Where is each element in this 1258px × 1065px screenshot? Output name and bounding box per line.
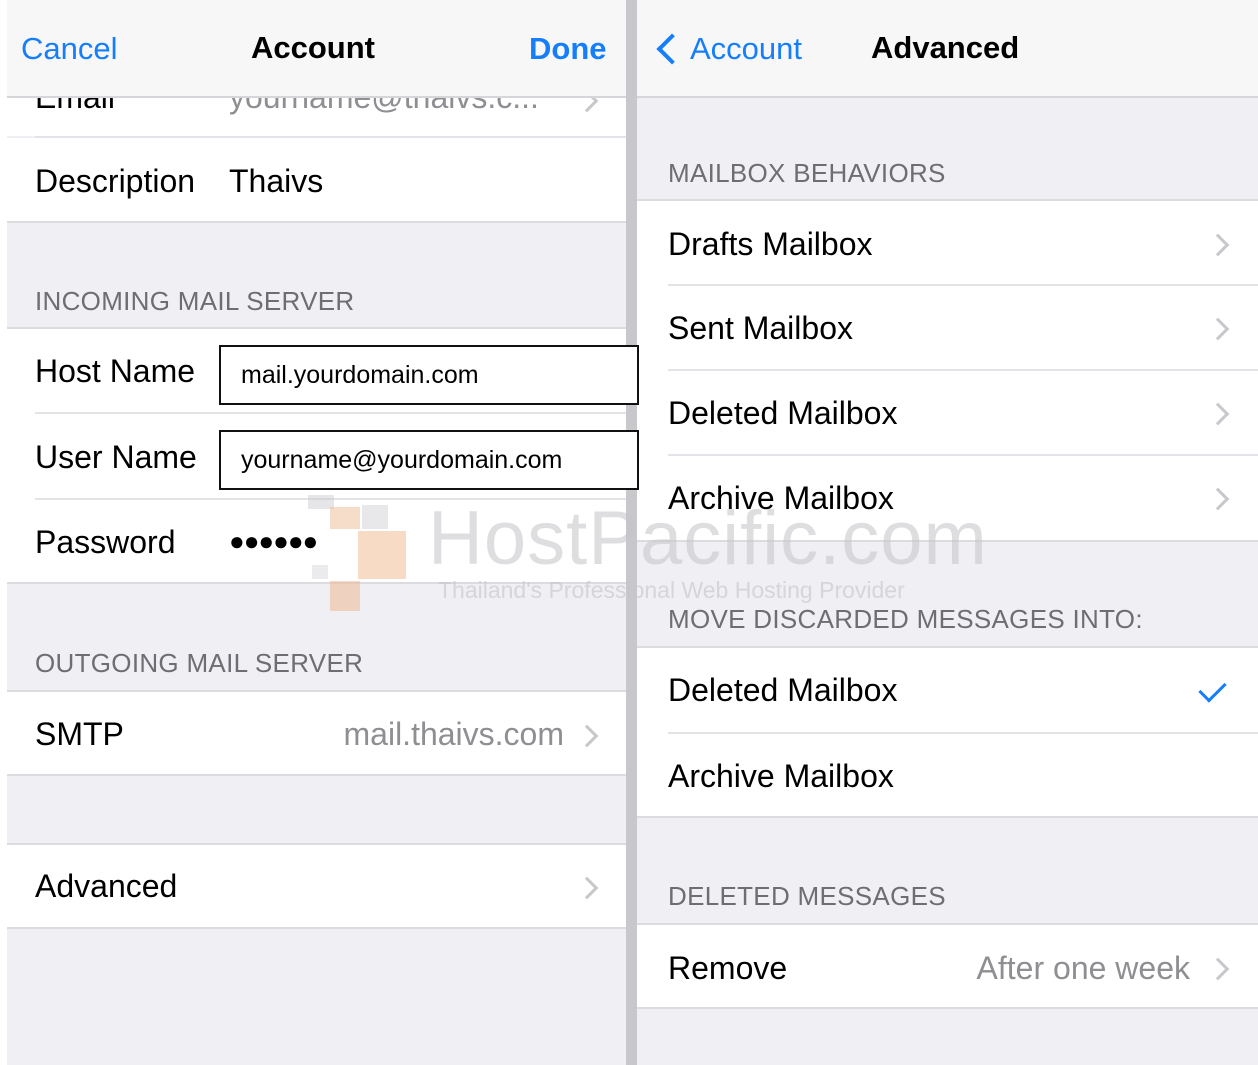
incoming-mail-server-header: INCOMING MAIL SERVER (35, 286, 355, 316)
pane-divider (626, 0, 637, 1065)
mailbox-behaviors-group: Drafts Mailbox Sent Mailbox Deleted Mail… (637, 201, 1258, 540)
smtp-label: SMTP (35, 716, 124, 752)
chevron-right-icon (1206, 487, 1230, 511)
description-value: Thaivs (229, 163, 324, 199)
group-separator (637, 816, 1258, 818)
discard-archive-mailbox-label: Archive Mailbox (668, 758, 894, 794)
group-separator (7, 221, 626, 223)
description-label: Description (35, 163, 196, 199)
page-title: Account (251, 30, 375, 65)
password-field[interactable]: ●●●●●● (229, 526, 318, 557)
cancel-button[interactable]: Cancel (21, 31, 118, 67)
done-button[interactable]: Done (529, 31, 607, 67)
password-label: Password (35, 524, 176, 560)
user-name-label: User Name (35, 439, 197, 475)
mailbox-behaviors-header: MAILBOX BEHAVIORS (668, 158, 946, 188)
back-to-account-button[interactable]: Account (690, 31, 802, 67)
discard-deleted-mailbox-label: Deleted Mailbox (668, 672, 898, 708)
remove-row[interactable]: Remove After one week (637, 925, 1258, 1007)
row-separator (35, 498, 626, 500)
deleted-messages-header: DELETED MESSAGES (668, 881, 946, 911)
sent-mailbox-label: Sent Mailbox (668, 310, 853, 346)
deleted-mailbox-label: Deleted Mailbox (668, 395, 898, 431)
group-separator (637, 1007, 1258, 1009)
host-name-input[interactable]: mail.yourdomain.com (219, 345, 639, 405)
drafts-mailbox-label: Drafts Mailbox (668, 226, 873, 262)
move-discarded-header: MOVE DISCARDED MESSAGES INTO: (668, 604, 1143, 634)
advanced-settings-pane: MAILBOX BEHAVIORS Drafts Mailbox Sent Ma… (637, 0, 1258, 1065)
chevron-right-icon (1206, 233, 1230, 257)
advanced-label: Advanced (35, 868, 178, 904)
description-row[interactable]: Description Thaivs (7, 138, 626, 221)
row-separator (35, 412, 626, 414)
archive-mailbox-label: Archive Mailbox (668, 480, 894, 516)
group-separator (7, 582, 626, 584)
checkmark-icon (1198, 674, 1227, 703)
sent-mailbox-row[interactable]: Sent Mailbox (637, 286, 1258, 369)
group-separator (637, 540, 1258, 542)
chevron-right-icon (1206, 402, 1230, 426)
outgoing-mail-server-header: OUTGOING MAIL SERVER (35, 648, 364, 678)
chevron-right-icon (575, 724, 599, 748)
group-separator (7, 927, 626, 929)
account-settings-pane: Email yourname@thaivs.c... Description T… (7, 0, 626, 1065)
move-discarded-group: Deleted Mailbox Archive Mailbox (637, 648, 1258, 816)
discard-deleted-mailbox-option[interactable]: Deleted Mailbox (637, 648, 1258, 732)
back-chevron-icon[interactable] (656, 33, 688, 65)
page-title: Advanced (871, 30, 1020, 65)
deleted-mailbox-row[interactable]: Deleted Mailbox (637, 371, 1258, 454)
discard-archive-mailbox-option[interactable]: Archive Mailbox (637, 734, 1258, 816)
smtp-value: mail.thaivs.com (343, 716, 565, 752)
chevron-right-icon (1206, 957, 1230, 981)
remove-value: After one week (976, 950, 1190, 986)
advanced-row[interactable]: Advanced (7, 845, 626, 927)
remove-label: Remove (668, 950, 788, 986)
chevron-right-icon (575, 876, 599, 900)
navigation-bar: Cancel Account Done (7, 0, 626, 98)
smtp-row[interactable]: SMTP mail.thaivs.com (7, 692, 626, 774)
navigation-bar: Account Advanced (637, 0, 1258, 98)
drafts-mailbox-row[interactable]: Drafts Mailbox (637, 201, 1258, 284)
archive-mailbox-row[interactable]: Archive Mailbox (637, 456, 1258, 540)
group-separator (7, 774, 626, 776)
chevron-right-icon (1206, 317, 1230, 341)
host-name-label: Host Name (35, 353, 196, 389)
user-name-input[interactable]: yourname@yourdomain.com (219, 430, 639, 490)
